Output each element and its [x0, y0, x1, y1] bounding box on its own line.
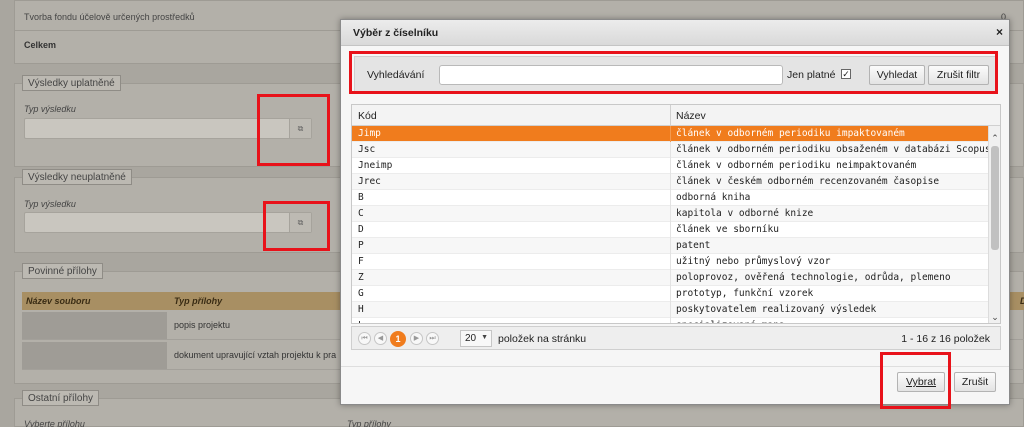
highlight-box — [880, 352, 951, 409]
select-attachment-label: Vyberte přílohu — [24, 419, 85, 427]
grid-row[interactable]: Jneimp článek v odborném periodiku neimpa… — [352, 158, 988, 174]
filename-cell — [22, 342, 167, 369]
name-cell: článek v českém odborném recenzovaném ča… — [676, 176, 940, 187]
column-divider — [670, 238, 671, 254]
codelist-dialog: Výběr z číselníku × Vyhledávání Jen plat… — [340, 19, 1010, 409]
prev-page-icon[interactable]: ◀ — [374, 332, 387, 345]
code-cell: G — [358, 288, 364, 299]
grid-body: Jimp článek v odborném periodiku impaktov… — [352, 126, 988, 323]
applied-results-legend: Výsledky uplatněné — [22, 75, 121, 91]
attachment-type-cell: popis projektu — [174, 320, 231, 330]
code-cell: Jimp — [358, 128, 381, 139]
other-attachments-legend: Ostatní přílohy — [22, 390, 100, 406]
fund-row-label: Tvorba fondu účelově určených prostředků — [24, 12, 195, 22]
pager: ⏮ ◀ 1 ▶ ⏭ 20 ▼ položek na stránku 1 - 16… — [351, 326, 1001, 350]
name-cell: patent — [676, 240, 711, 251]
code-cell: P — [358, 240, 364, 251]
grid-row[interactable]: Hposkytovatelem realizovaný výsledek — [352, 302, 988, 318]
not-applied-results-legend: Výsledky neuplatněné — [22, 169, 132, 185]
first-page-icon[interactable]: ⏮ — [358, 332, 371, 345]
col-code-header[interactable]: Kód — [358, 110, 377, 122]
grid-row[interactable]: Lspecializovaná mapa — [352, 318, 988, 323]
name-cell: odborná kniha — [676, 192, 751, 203]
grid-row[interactable]: Fužitný nebo průmyslový vzor — [352, 254, 988, 270]
col-filename: Název souboru — [26, 296, 91, 306]
name-cell: poskytovatelem realizovaný výsledek — [676, 304, 877, 315]
column-divider — [670, 254, 671, 270]
column-divider — [670, 126, 671, 142]
current-page[interactable]: 1 — [390, 331, 406, 347]
grid-row[interactable]: Jsc článek v odborném periodiku obsaženém… — [352, 142, 988, 158]
grid-row[interactable]: Bodborná kniha — [352, 190, 988, 206]
grid-row[interactable]: Ckapitola v odborné knize — [352, 206, 988, 222]
filename-cell — [22, 312, 167, 339]
highlight-box — [349, 51, 998, 94]
grid-row[interactable]: Zpoloprovoz, ověřená technologie, odrůda… — [352, 270, 988, 286]
code-cell: F — [358, 256, 364, 267]
column-divider — [670, 105, 671, 126]
highlight-box — [257, 94, 330, 166]
code-cell: Jsc — [358, 144, 376, 155]
grid-row[interactable]: Ppatent — [352, 238, 988, 254]
grid-row[interactable]: Gprototyp, funkční vzorek — [352, 286, 988, 302]
result-type-label: Typ výsledku — [24, 104, 76, 114]
grid-row[interactable]: Jimp článek v odborném periodiku impaktov… — [352, 126, 988, 142]
page-size-select[interactable]: 20 ▼ — [460, 330, 492, 347]
result-type-label: Typ výsledku — [24, 199, 76, 209]
dialog-titlebar: Výběr z číselníku × — [341, 20, 1009, 46]
name-cell: článek ve sborníku — [676, 224, 779, 235]
highlight-box — [263, 201, 330, 251]
column-divider — [670, 190, 671, 206]
column-divider — [670, 158, 671, 174]
pager-info: 1 - 16 z 16 položek — [901, 333, 990, 345]
scroll-thumb[interactable] — [991, 146, 999, 250]
column-divider — [670, 206, 671, 222]
code-cell: H — [358, 304, 364, 315]
name-cell: prototyp, funkční vzorek — [676, 288, 814, 299]
code-cell: Jrec — [358, 176, 381, 187]
column-divider — [670, 174, 671, 190]
column-divider — [670, 222, 671, 238]
name-cell: užitný nebo průmyslový vzor — [676, 256, 831, 267]
per-page-label: položek na stránku — [498, 333, 587, 345]
page-size-value: 20 — [465, 333, 477, 344]
col-attachment-type: Typ přílohy — [174, 296, 223, 306]
code-cell: Z — [358, 272, 364, 283]
column-divider — [670, 318, 671, 323]
col-right-d: D — [1020, 296, 1024, 306]
code-cell: L — [358, 320, 364, 323]
code-cell: D — [358, 224, 364, 235]
total-label: Celkem — [24, 40, 57, 50]
dialog-title: Výběr z číselníku — [353, 27, 439, 39]
name-cell: článek v odborném periodiku impaktovaném — [676, 128, 905, 139]
column-divider — [670, 302, 671, 318]
codelist-grid: Kód Název Jimp článek v odborném periodik… — [351, 104, 1001, 324]
attachment-type-cell: dokument upravující vztah projektu k pra — [174, 350, 337, 360]
grid-row[interactable]: Jrec článek v českém odborném recenzované… — [352, 174, 988, 190]
grid-header: Kód Název — [352, 105, 1000, 126]
cancel-button[interactable]: Zrušit — [954, 372, 996, 392]
name-cell: specializovaná mapa — [676, 320, 785, 323]
column-divider — [670, 286, 671, 302]
column-divider — [670, 270, 671, 286]
name-cell: článek v odborném periodiku obsaženém v … — [676, 144, 988, 155]
col-name-header[interactable]: Název — [676, 110, 706, 122]
code-cell: Jneimp — [358, 160, 393, 171]
mandatory-attachments-legend: Povinné přílohy — [22, 263, 103, 279]
last-page-icon[interactable]: ⏭ — [426, 332, 439, 345]
chevron-down-icon: ▼ — [481, 334, 488, 341]
name-cell: poloprovoz, ověřená technologie, odrůda,… — [676, 272, 951, 283]
close-icon[interactable]: × — [996, 25, 1003, 39]
code-cell: B — [358, 192, 364, 203]
code-cell: C — [358, 208, 364, 219]
scroll-down-icon[interactable]: ⌄ — [989, 311, 1000, 323]
name-cell: článek v odborném periodiku neimpaktovan… — [676, 160, 917, 171]
column-divider — [670, 142, 671, 158]
name-cell: kapitola v odborné knize — [676, 208, 814, 219]
type-attachment-label: Typ přílohy — [347, 419, 391, 427]
scroll-up-icon[interactable]: ⌃ — [989, 132, 1000, 144]
next-page-icon[interactable]: ▶ — [410, 332, 423, 345]
vertical-scrollbar[interactable]: ⌃ ⌄ — [988, 126, 1000, 323]
grid-row[interactable]: Dčlánek ve sborníku — [352, 222, 988, 238]
